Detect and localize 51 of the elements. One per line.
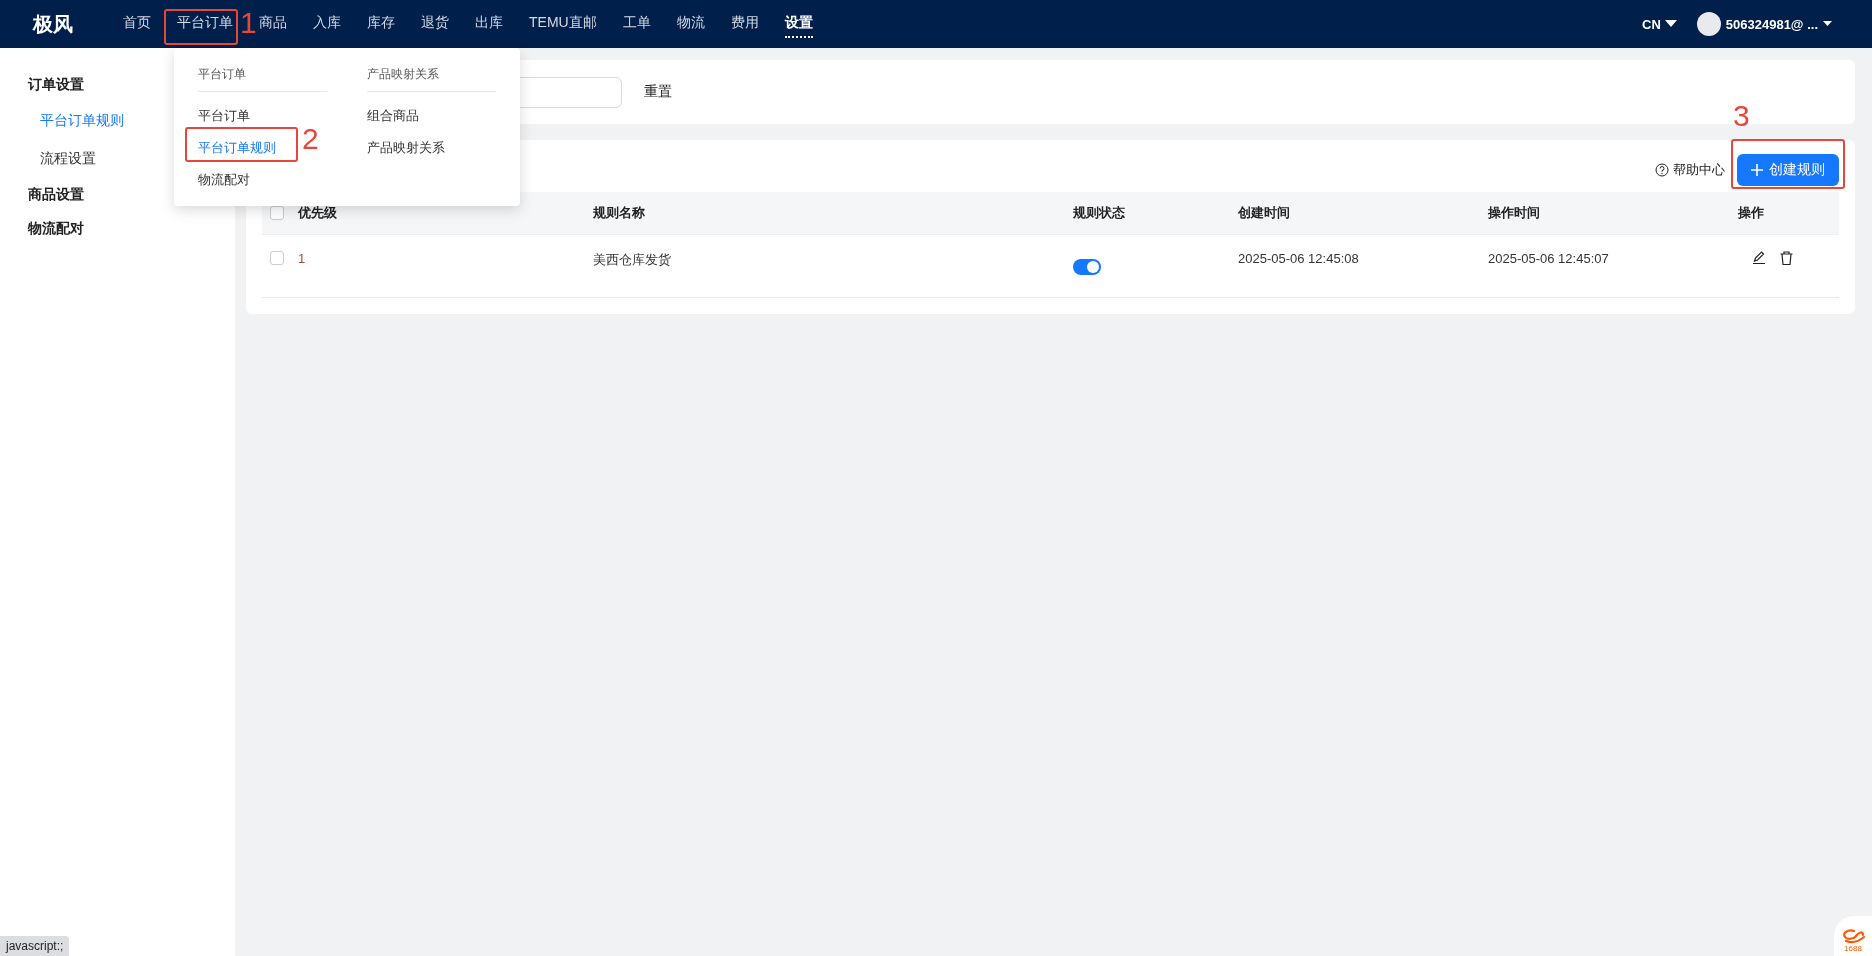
nav-item[interactable]: 首页 (123, 10, 151, 38)
nav-item[interactable]: 费用 (730, 10, 759, 38)
column-header: 规则状态 (1073, 204, 1126, 222)
step-number: 3 (1733, 101, 1750, 131)
table-cell-text: 1 (298, 251, 307, 266)
delete-icon[interactable] (1780, 251, 1793, 265)
nav-item[interactable]: 入库 (313, 10, 341, 38)
plus-icon (1751, 164, 1763, 176)
reset-button[interactable]: 重置 (638, 82, 678, 102)
badge-text: 1688 (1844, 944, 1862, 953)
checkbox[interactable] (270, 251, 284, 265)
nav-item[interactable]: 设置 (784, 10, 813, 38)
user-menu[interactable]: 506324981@ ... (1696, 12, 1832, 36)
logo[interactable]: 极风 (33, 10, 73, 38)
edit-icon[interactable] (1752, 251, 1766, 265)
nav-item[interactable]: 商品 (259, 10, 287, 38)
checkbox[interactable] (270, 206, 284, 220)
menu-item[interactable]: 平台订单规则 (198, 139, 276, 157)
menu-heading: 产品映射关系 (367, 66, 496, 92)
nav-item[interactable]: 物流 (676, 10, 705, 38)
nav-item[interactable]: 退货 (421, 10, 449, 38)
create-rule-button[interactable]: 创建规则 (1737, 154, 1839, 186)
table-cell-text: 2025-05-06 12:45:08 (1238, 251, 1360, 266)
nav-item[interactable]: 工单 (622, 10, 651, 38)
menu-item[interactable]: 物流配对 (198, 171, 250, 189)
caret-icon (1664, 20, 1677, 28)
table-cell-text: 2025-05-06 12:45:07 (1488, 251, 1610, 266)
menu-item[interactable]: 产品映射关系 (367, 139, 445, 157)
help-icon (1655, 163, 1669, 177)
menu-heading: 平台订单 (198, 66, 327, 92)
language-selector[interactable]: CN (1642, 16, 1677, 32)
help-link[interactable]: 帮助中心 (1655, 161, 1725, 179)
nav-item[interactable]: 库存 (367, 10, 395, 38)
column-header: 规则名称 (593, 204, 646, 222)
nav-item[interactable]: TEMU直邮 (529, 10, 597, 38)
column-header: 优先级 (298, 204, 338, 222)
sidebar-group[interactable]: 物流配对 (0, 212, 235, 246)
nav-item[interactable]: 平台订单 (177, 10, 233, 38)
avatar-icon (1696, 12, 1721, 36)
nav-item[interactable]: 出库 (475, 10, 503, 38)
column-header: 操作时间 (1488, 204, 1541, 222)
menu-item[interactable]: 平台订单 (198, 107, 250, 125)
table-cell-text: 美西仓库发货 (593, 251, 672, 269)
step-number: 2 (302, 124, 319, 154)
caret-icon (1823, 21, 1832, 27)
step-number: 1 (240, 8, 257, 38)
column-header: 操作 (1738, 204, 1765, 222)
menu-item[interactable]: 组合商品 (367, 107, 419, 125)
column-header: 创建时间 (1238, 204, 1291, 222)
status-toggle[interactable] (1073, 259, 1101, 275)
logo-icon (1840, 928, 1866, 944)
